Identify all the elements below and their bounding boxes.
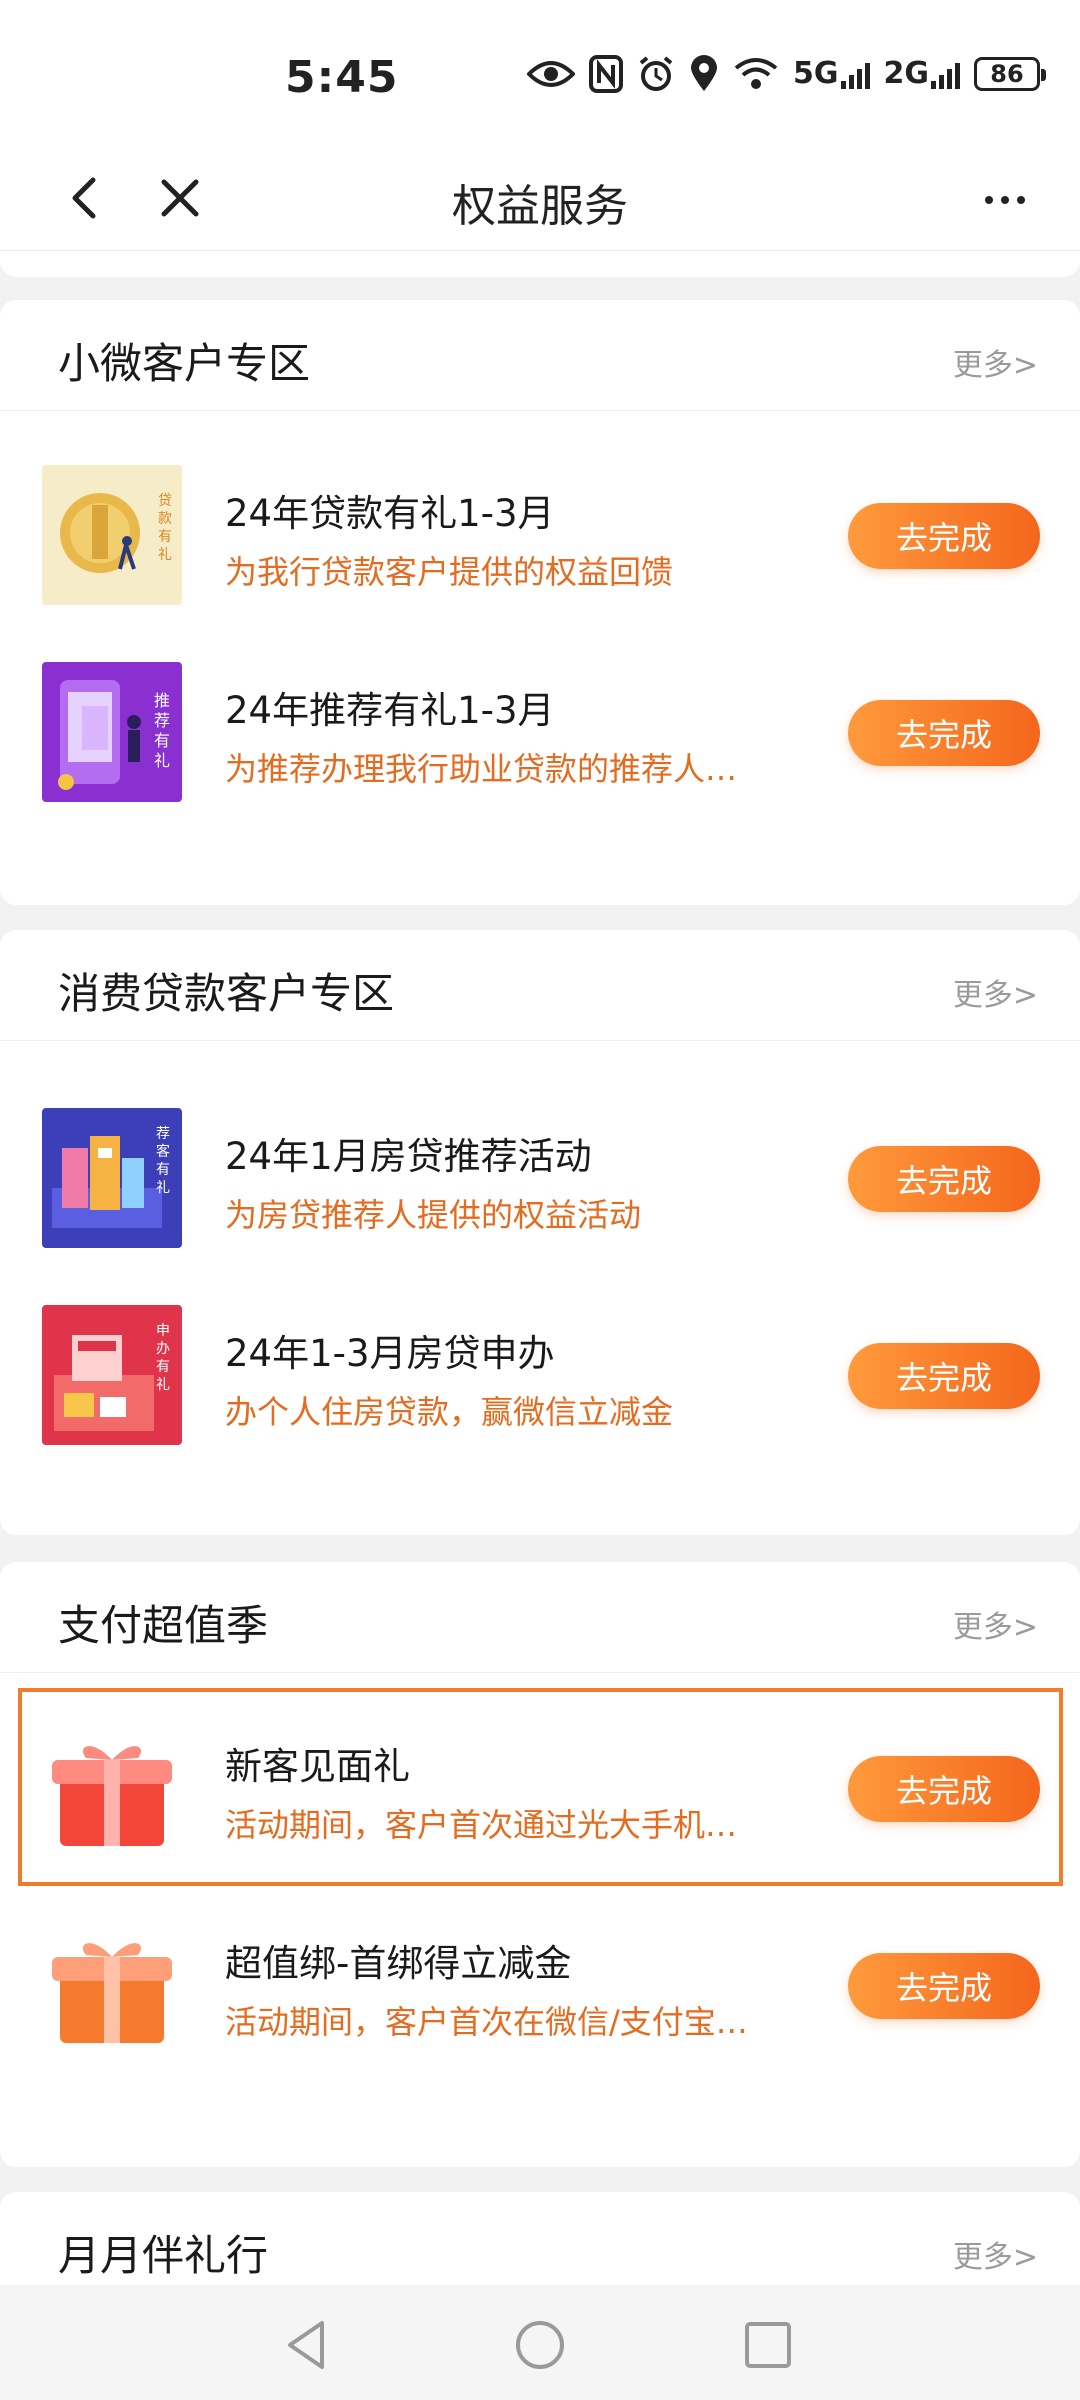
item-description: 为房贷推荐人提供的权益活动 — [225, 1196, 642, 1234]
list-item[interactable]: 推 荐 有 礼 24年推荐有礼1-3月 为推荐办理我行助业贷款的推荐人… 去完成 — [0, 652, 1080, 812]
item-title: 24年推荐有礼1-3月 — [225, 689, 555, 732]
signal-2g-icon: 2G — [883, 52, 960, 96]
more-link[interactable]: 更多> — [953, 970, 1038, 1014]
svg-text:礼: 礼 — [158, 547, 172, 563]
mortgage-referral-thumbnail: 荐 客 有 礼 — [42, 1108, 182, 1248]
page-title: 权益服务 — [452, 181, 628, 232]
nav-recents-square-icon[interactable] — [738, 2315, 798, 2375]
system-navigation-bar — [0, 2285, 1080, 2400]
list-item[interactable]: 贷 款 有 礼 24年贷款有礼1-3月 为我行贷款客户提供的权益回馈 去完成 — [0, 455, 1080, 615]
svg-text:礼: 礼 — [156, 1377, 170, 1393]
go-complete-button[interactable]: 去完成 — [848, 503, 1040, 569]
section-title: 消费贷款客户专区 — [58, 969, 395, 1018]
svg-text:推: 推 — [154, 691, 170, 710]
go-complete-button[interactable]: 去完成 — [848, 700, 1040, 766]
item-title: 超值绑-首绑得立减金 — [225, 1942, 572, 1985]
go-complete-button[interactable]: 去完成 — [848, 1343, 1040, 1409]
item-description: 为我行贷款客户提供的权益回馈 — [225, 553, 674, 591]
section-title: 小微客户专区 — [58, 339, 311, 388]
go-complete-button[interactable]: 去完成 — [848, 1953, 1040, 2019]
list-item[interactable]: 超值绑-首绑得立减金 活动期间，客户首次在微信/支付宝… 去完成 — [0, 1905, 1080, 2065]
more-link[interactable]: 更多> — [953, 1602, 1038, 1646]
item-title: 24年1-3月房贷申办 — [225, 1332, 555, 1375]
nav-bar: 权益服务 — [0, 150, 1080, 251]
more-link[interactable]: 更多> — [953, 340, 1038, 384]
more-options-icon[interactable] — [970, 170, 1040, 230]
previous-section-tail — [0, 251, 1080, 277]
svg-text:申: 申 — [156, 1323, 170, 1339]
svg-text:客: 客 — [156, 1143, 170, 1160]
nav-back-triangle-icon[interactable] — [278, 2315, 338, 2375]
signal-5g-icon: 5G — [793, 52, 870, 96]
svg-text:礼: 礼 — [154, 751, 170, 770]
alarm-icon — [637, 52, 675, 96]
more-link[interactable]: 更多> — [953, 2232, 1038, 2276]
referral-gift-thumbnail: 推 荐 有 礼 — [42, 662, 182, 802]
section-header: 支付超值季 更多> — [0, 1562, 1080, 1673]
section-title: 支付超值季 — [58, 1601, 269, 1650]
svg-text:有: 有 — [156, 1359, 170, 1375]
network-label-2: 2G — [883, 56, 930, 91]
svg-text:办: 办 — [156, 1341, 170, 1357]
item-description: 办个人住房贷款，赢微信立减金 — [225, 1393, 674, 1431]
location-icon — [689, 52, 719, 96]
svg-text:有: 有 — [154, 731, 170, 750]
nfc-icon — [589, 52, 623, 96]
section-consumer-loan: 消费贷款客户专区 更多> 荐 客 有 礼 24年1月房贷推荐活动 为房贷推荐人提… — [0, 930, 1080, 1535]
nav-home-circle-icon[interactable] — [510, 2315, 570, 2375]
mortgage-apply-thumbnail: 申 办 有 礼 — [42, 1305, 182, 1445]
svg-text:礼: 礼 — [156, 1180, 170, 1196]
item-description: 活动期间，客户首次在微信/支付宝… — [225, 2003, 748, 2041]
list-item[interactable]: 申 办 有 礼 24年1-3月房贷申办 办个人住房贷款，赢微信立减金 去完成 — [0, 1295, 1080, 1455]
selection-highlight — [18, 1688, 1063, 1886]
section-title: 月月伴礼行 — [58, 2231, 269, 2280]
wifi-icon — [733, 52, 779, 96]
svg-text:荐: 荐 — [156, 1126, 170, 1142]
eye-icon — [527, 52, 575, 96]
go-complete-button[interactable]: 去完成 — [848, 1146, 1040, 1212]
svg-text:款: 款 — [158, 511, 172, 527]
item-title: 24年1月房贷推荐活动 — [225, 1135, 592, 1178]
status-bar: 5:45 5G 2G 86 — [0, 0, 1080, 150]
battery-level: 86 — [974, 57, 1046, 91]
section-small-micro: 小微客户专区 更多> 贷 款 有 礼 24年贷款有礼1-3月 为我行贷款客户提供… — [0, 300, 1080, 905]
section-header: 小微客户专区 更多> — [0, 300, 1080, 411]
item-title: 24年贷款有礼1-3月 — [225, 492, 555, 535]
svg-text:有: 有 — [156, 1162, 170, 1178]
battery-icon: 86 — [974, 52, 1046, 96]
status-time: 5:45 — [285, 52, 399, 103]
loan-gift-thumbnail: 贷 款 有 礼 — [42, 465, 182, 605]
list-item[interactable]: 荐 客 有 礼 24年1月房贷推荐活动 为房贷推荐人提供的权益活动 去完成 — [0, 1098, 1080, 1258]
gift-box-icon — [42, 1915, 182, 2055]
svg-text:有: 有 — [158, 529, 172, 545]
network-label-1: 5G — [793, 56, 839, 91]
status-icons: 5G 2G 86 — [527, 52, 1046, 96]
section-header: 消费贷款客户专区 更多> — [0, 930, 1080, 1041]
svg-text:贷: 贷 — [158, 493, 172, 509]
svg-text:荐: 荐 — [154, 711, 170, 730]
item-description: 为推荐办理我行助业贷款的推荐人… — [225, 750, 738, 788]
